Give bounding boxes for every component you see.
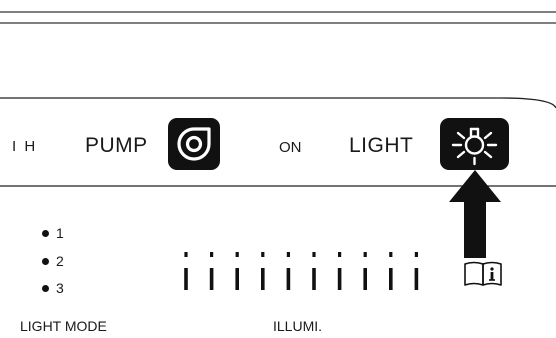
mode-dot bbox=[42, 230, 49, 237]
mode-number: 2 bbox=[56, 253, 64, 269]
illumination-level-mark bbox=[235, 252, 239, 290]
light-label: LIGHT bbox=[349, 134, 414, 157]
illumination-level-indicator bbox=[184, 252, 419, 290]
light-mode-option-3: 3 bbox=[42, 281, 64, 295]
light-mode-caption: LIGHT MODE bbox=[20, 318, 107, 334]
pump-icon bbox=[177, 127, 211, 161]
illumination-level-mark bbox=[312, 252, 316, 290]
mode-dot bbox=[42, 285, 49, 292]
light-button[interactable] bbox=[440, 118, 509, 170]
illumination-level-mark bbox=[261, 252, 265, 290]
pump-label: PUMP bbox=[85, 134, 148, 157]
up-arrow bbox=[449, 170, 501, 258]
light-bulb-icon bbox=[451, 127, 498, 166]
illumination-level-mark bbox=[184, 252, 188, 290]
mode-number: 3 bbox=[56, 280, 64, 296]
illumination-level-mark bbox=[337, 252, 342, 290]
illumination-level-mark bbox=[389, 252, 393, 290]
on-label: ON bbox=[279, 139, 302, 156]
manual-book-icon bbox=[464, 261, 502, 286]
ih-label: I H bbox=[12, 138, 38, 155]
illumination-level-mark bbox=[363, 252, 367, 290]
light-mode-option-1: 1 bbox=[42, 226, 64, 240]
pump-button[interactable] bbox=[168, 118, 220, 170]
illumination-level-mark bbox=[414, 252, 419, 290]
illumination-level-mark bbox=[209, 252, 214, 290]
light-mode-option-2: 2 bbox=[42, 254, 64, 268]
mode-dot bbox=[42, 258, 49, 265]
mode-number: 1 bbox=[56, 225, 64, 241]
illumination-level-mark bbox=[286, 252, 291, 290]
illumination-caption: ILLUMI. bbox=[273, 318, 323, 334]
